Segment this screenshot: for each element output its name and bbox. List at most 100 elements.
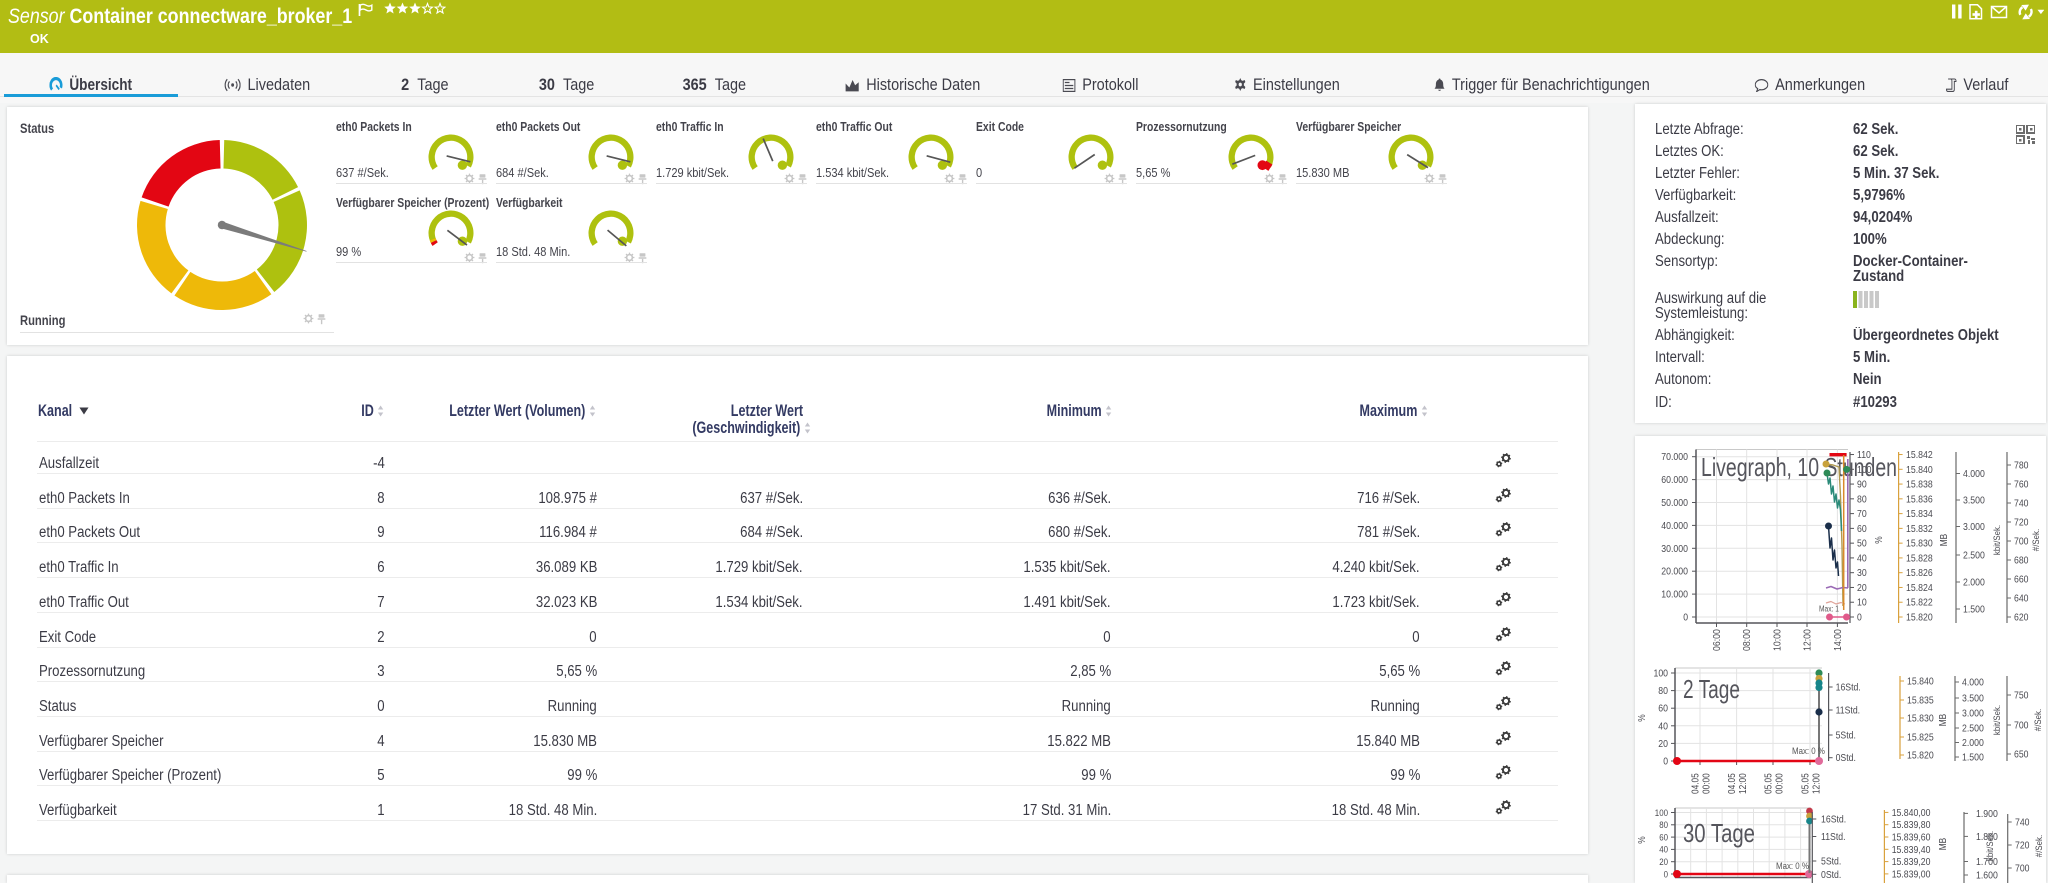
svg-text:680: 680 bbox=[2014, 555, 2029, 567]
svg-text:3.500: 3.500 bbox=[1962, 693, 1984, 705]
svg-text:15.840: 15.840 bbox=[1906, 464, 1933, 476]
svg-text:kbit/Sek.: kbit/Sek. bbox=[1992, 705, 2003, 735]
svg-text:30: 30 bbox=[1857, 567, 1867, 579]
svg-text:15.836: 15.836 bbox=[1906, 493, 1933, 505]
svg-text:80: 80 bbox=[1857, 493, 1867, 505]
svg-text:15.838: 15.838 bbox=[1906, 479, 1933, 491]
svg-text:740: 740 bbox=[2015, 817, 2030, 829]
svg-text:15.825: 15.825 bbox=[1907, 732, 1934, 744]
svg-text:MB: MB bbox=[1938, 838, 1949, 851]
svg-text:Max: 0 %: Max: 0 % bbox=[1776, 861, 1809, 872]
svg-text:06:00: 06:00 bbox=[1711, 629, 1723, 651]
svg-text:10: 10 bbox=[1857, 597, 1867, 609]
svg-text:Livegraph, 10 Stunden: Livegraph, 10 Stunden bbox=[1701, 452, 1897, 482]
svg-text:660: 660 bbox=[2014, 574, 2029, 586]
svg-text:750: 750 bbox=[2014, 690, 2029, 702]
svg-text:700: 700 bbox=[2015, 863, 2030, 875]
svg-text:MB: MB bbox=[1939, 534, 1950, 547]
svg-text:1.500: 1.500 bbox=[1963, 604, 1985, 616]
svg-text:30.000: 30.000 bbox=[1661, 543, 1688, 555]
svg-text:15.820: 15.820 bbox=[1907, 750, 1934, 762]
svg-text:#/Sek.: #/Sek. bbox=[2033, 709, 2044, 731]
svg-text:650: 650 bbox=[2014, 749, 2029, 761]
svg-text:#/Sek.: #/Sek. bbox=[2034, 835, 2045, 857]
svg-text:08:00: 08:00 bbox=[1741, 629, 1753, 651]
svg-text:15.820: 15.820 bbox=[1906, 612, 1933, 624]
svg-text:15.839,80: 15.839,80 bbox=[1892, 819, 1931, 831]
svg-text:16Std.: 16Std. bbox=[1836, 682, 1861, 694]
svg-text:700: 700 bbox=[2014, 720, 2029, 732]
svg-text:Max: 1: Max: 1 bbox=[1819, 605, 1839, 614]
svg-text:11Std.: 11Std. bbox=[1836, 705, 1861, 717]
svg-text:0: 0 bbox=[1664, 869, 1668, 880]
svg-text:15.840,00: 15.840,00 bbox=[1892, 807, 1931, 819]
svg-text:2 Tage: 2 Tage bbox=[1683, 674, 1740, 704]
svg-text:15.835: 15.835 bbox=[1907, 695, 1934, 707]
svg-text:640: 640 bbox=[2014, 593, 2029, 605]
svg-text:12:00: 12:00 bbox=[1812, 773, 1823, 794]
svg-text:4.000: 4.000 bbox=[1962, 677, 1984, 689]
svg-text:15.828: 15.828 bbox=[1906, 552, 1933, 564]
svg-text:#/Sek.: #/Sek. bbox=[2031, 529, 2042, 551]
svg-text:70: 70 bbox=[1857, 508, 1867, 520]
svg-text:2.500: 2.500 bbox=[1963, 550, 1985, 562]
svg-text:100: 100 bbox=[1655, 808, 1668, 819]
svg-text:740: 740 bbox=[2014, 498, 2029, 510]
svg-text:00:00: 00:00 bbox=[1775, 773, 1786, 794]
svg-text:3.000: 3.000 bbox=[1963, 521, 1985, 533]
svg-text:05.05: 05.05 bbox=[1801, 773, 1812, 794]
svg-text:30 Tage: 30 Tage bbox=[1683, 818, 1755, 848]
svg-text:%: % bbox=[1637, 714, 1648, 721]
svg-text:kbit/Sek.: kbit/Sek. bbox=[1985, 831, 1996, 861]
svg-text:4.000: 4.000 bbox=[1963, 468, 1985, 480]
svg-text:15.840: 15.840 bbox=[1907, 676, 1934, 688]
svg-text:12:00: 12:00 bbox=[1802, 629, 1814, 651]
svg-text:00:00: 00:00 bbox=[1702, 773, 1713, 794]
svg-text:40.000: 40.000 bbox=[1661, 520, 1688, 532]
svg-text:5Std.: 5Std. bbox=[1821, 856, 1841, 868]
svg-text:40: 40 bbox=[1659, 845, 1668, 856]
svg-text:620: 620 bbox=[2014, 612, 2029, 624]
svg-text:04.05: 04.05 bbox=[1691, 773, 1702, 794]
svg-text:1.900: 1.900 bbox=[1976, 808, 1998, 820]
svg-text:100: 100 bbox=[1654, 668, 1669, 680]
svg-text:0Std.: 0Std. bbox=[1821, 869, 1841, 881]
svg-text:15.830: 15.830 bbox=[1906, 538, 1933, 550]
svg-text:50.000: 50.000 bbox=[1661, 497, 1688, 509]
svg-text:14:00: 14:00 bbox=[1832, 629, 1844, 651]
svg-text:80: 80 bbox=[1658, 685, 1668, 697]
svg-text:15.834: 15.834 bbox=[1906, 508, 1933, 520]
svg-text:760: 760 bbox=[2014, 479, 2029, 491]
svg-text:15.824: 15.824 bbox=[1906, 582, 1933, 594]
svg-text:15.822: 15.822 bbox=[1906, 597, 1933, 609]
svg-text:0: 0 bbox=[1663, 756, 1668, 768]
svg-text:780: 780 bbox=[2014, 460, 2029, 472]
svg-text:0: 0 bbox=[1857, 612, 1862, 624]
svg-text:2.500: 2.500 bbox=[1962, 723, 1984, 735]
svg-text:60: 60 bbox=[1658, 703, 1668, 715]
svg-text:%: % bbox=[1637, 836, 1648, 843]
svg-text:15.839,00: 15.839,00 bbox=[1892, 868, 1931, 880]
svg-text:Max: 0 %: Max: 0 % bbox=[1792, 746, 1825, 757]
svg-text:%: % bbox=[1874, 536, 1885, 543]
svg-text:5Std.: 5Std. bbox=[1836, 730, 1856, 742]
svg-text:60.000: 60.000 bbox=[1661, 474, 1688, 486]
svg-text:16Std.: 16Std. bbox=[1821, 814, 1846, 826]
svg-text:40: 40 bbox=[1658, 720, 1668, 732]
svg-text:15.830: 15.830 bbox=[1907, 713, 1934, 725]
svg-text:60: 60 bbox=[1659, 832, 1668, 843]
svg-text:20.000: 20.000 bbox=[1661, 566, 1688, 578]
svg-text:20: 20 bbox=[1857, 582, 1867, 594]
svg-text:15.826: 15.826 bbox=[1906, 567, 1933, 579]
svg-text:3.000: 3.000 bbox=[1962, 708, 1984, 720]
svg-text:15.832: 15.832 bbox=[1906, 523, 1933, 535]
svg-text:700: 700 bbox=[2014, 536, 2029, 548]
svg-text:40: 40 bbox=[1857, 552, 1867, 564]
svg-text:15.839,60: 15.839,60 bbox=[1892, 832, 1931, 844]
svg-text:2.000: 2.000 bbox=[1962, 737, 1984, 749]
svg-text:1.600: 1.600 bbox=[1976, 870, 1998, 882]
svg-text:720: 720 bbox=[2014, 517, 2029, 529]
svg-text:0Std.: 0Std. bbox=[1836, 752, 1856, 764]
svg-text:15.839,20: 15.839,20 bbox=[1892, 856, 1931, 868]
svg-text:05.05: 05.05 bbox=[1764, 773, 1775, 794]
